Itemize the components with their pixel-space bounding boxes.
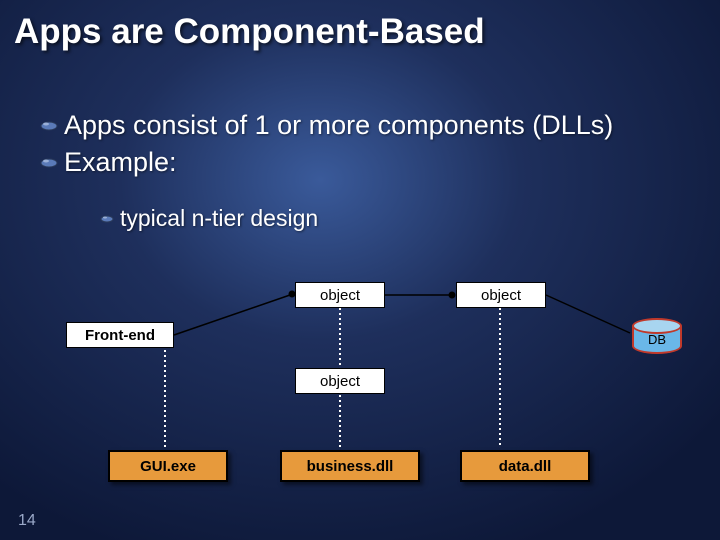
sub-bullet-item: typical n-tier design: [100, 205, 318, 232]
bullet-item: Apps consist of 1 or more components (DL…: [40, 110, 700, 141]
node-business-dll: business.dll: [280, 450, 420, 482]
bullet-list: Apps consist of 1 or more components (DL…: [40, 110, 700, 184]
node-object: object: [295, 282, 385, 308]
sub-bullet-text: typical n-tier design: [120, 205, 318, 232]
bullet-icon: [100, 215, 114, 223]
bullet-item: Example:: [40, 147, 700, 178]
node-object: object: [456, 282, 546, 308]
node-frontend: Front-end: [66, 322, 174, 348]
slide-title: Apps are Component-Based: [14, 12, 485, 52]
bullet-text: Example:: [64, 147, 177, 178]
slide-number: 14: [18, 512, 36, 530]
node-object: object: [295, 368, 385, 394]
bullet-text: Apps consist of 1 or more components (DL…: [64, 110, 613, 141]
node-gui-exe: GUI.exe: [108, 450, 228, 482]
db-icon: DB: [632, 318, 682, 358]
node-data-dll: data.dll: [460, 450, 590, 482]
db-label: DB: [632, 332, 682, 347]
bullet-icon: [40, 121, 58, 131]
bullet-icon: [40, 158, 58, 168]
